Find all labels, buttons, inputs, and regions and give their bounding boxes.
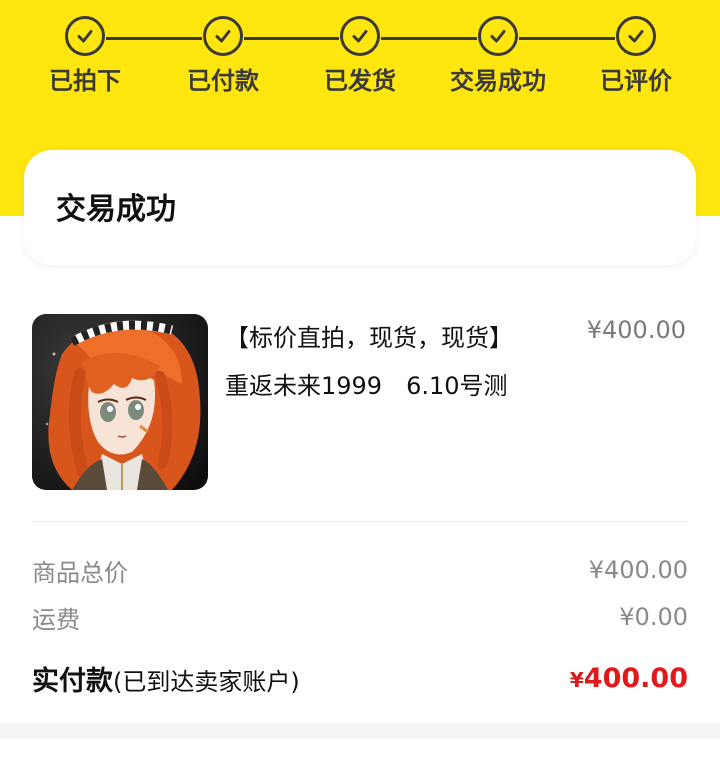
order-progress: 已拍下 已付款 已发货 交易成功 已评价 [0, 0, 720, 110]
next-section-top [0, 739, 720, 777]
paid-currency: ¥ [569, 667, 584, 692]
progress-step-label: 已评价 [600, 67, 672, 95]
paid-note: (已到达卖家账户) [113, 667, 300, 696]
shipping-row: 运费 ¥0.00 [32, 597, 688, 637]
product-title-line: 【标价直拍，现货，现货】 [225, 324, 513, 352]
progress-step-label: 已付款 [187, 67, 259, 95]
section-separator [0, 723, 720, 777]
check-circle-icon [65, 16, 105, 56]
progress-step-completed: 交易成功 [428, 16, 568, 96]
progress-step-paid: 已付款 [153, 16, 293, 96]
progress-step-label: 交易成功 [450, 67, 546, 95]
product-thumbnail[interactable] [32, 314, 208, 490]
shipping-label: 运费 [32, 605, 80, 634]
progress-step-label: 已拍下 [49, 67, 121, 95]
progress-step-shipped: 已发货 [290, 16, 430, 96]
paid-label: 实付款 [32, 665, 113, 697]
check-circle-icon [478, 16, 518, 56]
product-price: ¥400.00 [586, 316, 686, 344]
paid-amount: 400.00 [583, 662, 688, 694]
check-circle-icon [616, 16, 656, 56]
paid-amount-group: ¥400.00 [570, 663, 688, 694]
product-title-line: 重返未来1999 6.10号测 [225, 372, 508, 400]
product-item[interactable]: 【标价直拍，现货，现货】 重返未来1999 6.10号测 ¥400.00 [0, 300, 720, 500]
progress-step-placed: 已拍下 [15, 16, 155, 96]
paid-label-group: 实付款(已到达卖家账户) [32, 659, 300, 698]
goods-total-value: ¥400.00 [588, 556, 688, 584]
divider [32, 521, 688, 522]
order-status-card: 交易成功 [24, 150, 696, 265]
product-title[interactable]: 【标价直拍，现货，现货】 重返未来1999 6.10号测 [225, 314, 565, 410]
goods-total-row: 商品总价 ¥400.00 [32, 550, 688, 590]
progress-step-label: 已发货 [324, 67, 396, 95]
check-circle-icon [203, 16, 243, 56]
goods-total-label: 商品总价 [32, 558, 128, 587]
order-status-title: 交易成功 [56, 192, 176, 227]
paid-total-row: 实付款(已到达卖家账户) ¥400.00 [32, 656, 688, 700]
progress-step-reviewed: 已评价 [566, 16, 706, 96]
shipping-value: ¥0.00 [619, 603, 688, 631]
check-circle-icon [340, 16, 380, 56]
